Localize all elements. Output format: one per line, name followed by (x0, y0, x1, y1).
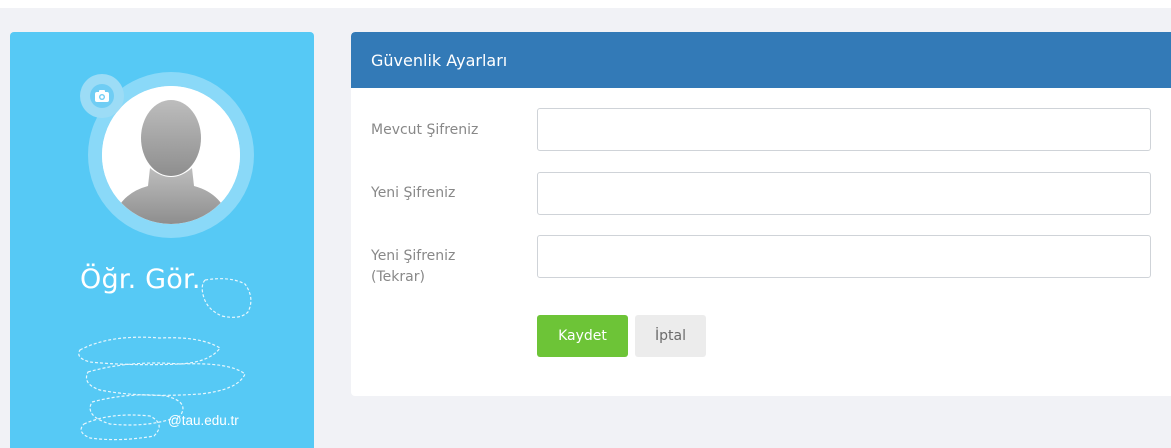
confirm-password-input[interactable] (537, 235, 1151, 278)
profile-card: Öğr. Gör. @tau.edu.tr (10, 32, 314, 448)
current-password-input[interactable] (537, 108, 1151, 151)
security-settings-panel: Güvenlik Ayarları Mevcut Şifreniz Yeni Ş… (351, 32, 1171, 396)
confirm-password-label: Yeni Şifreniz (Tekrar) (371, 248, 456, 285)
cancel-button[interactable]: İptal (635, 315, 706, 357)
new-password-label: Yeni Şifreniz (371, 185, 456, 201)
current-password-label: Mevcut Şifreniz (371, 122, 479, 138)
new-password-input[interactable] (537, 172, 1151, 215)
user-silhouette-icon (102, 86, 240, 224)
camera-icon (90, 84, 114, 108)
avatar[interactable] (102, 86, 240, 224)
camera-button[interactable] (80, 74, 124, 118)
panel-header: Güvenlik Ayarları (351, 32, 1171, 88)
profile-email: @tau.edu.tr (168, 413, 239, 428)
save-button[interactable]: Kaydet (537, 315, 628, 357)
panel-title: Güvenlik Ayarları (371, 50, 508, 70)
